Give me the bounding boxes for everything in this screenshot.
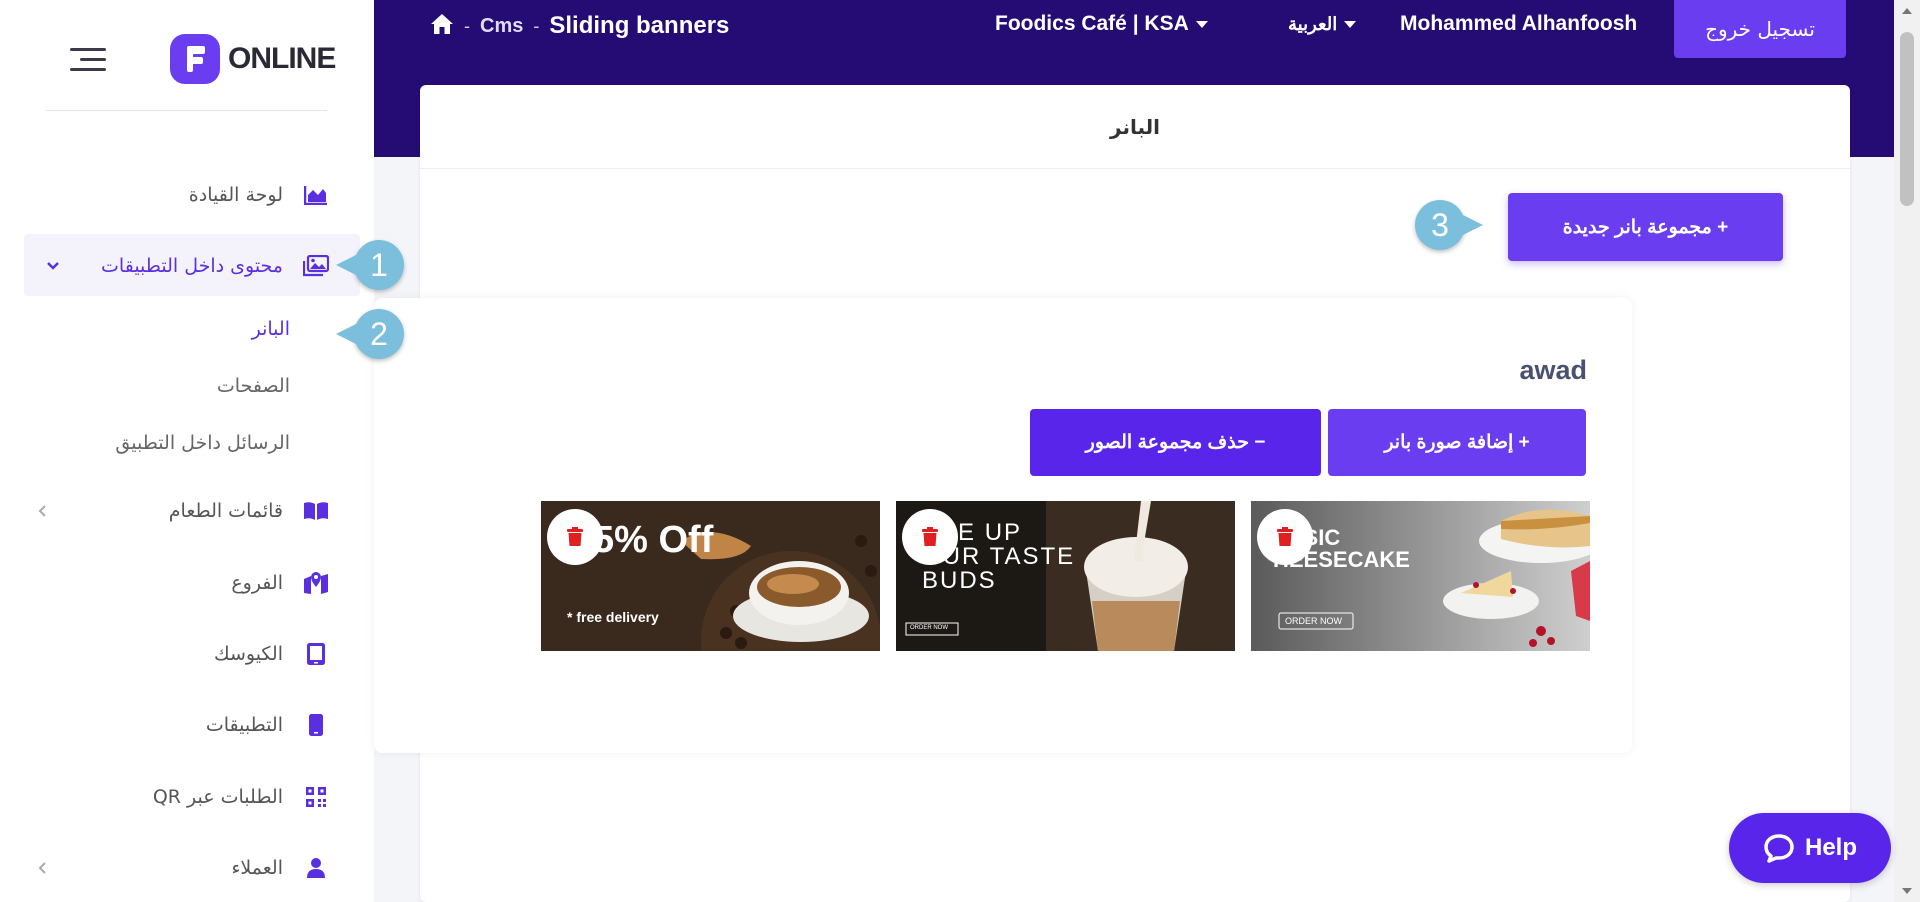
- sidebar-divider: [46, 110, 327, 111]
- tablet-icon: [301, 639, 331, 669]
- logo-text: ONLINE: [228, 42, 336, 75]
- sidebar-item-kiosk[interactable]: الكيوسك: [214, 639, 331, 669]
- banner-image[interactable]: ASSIC HEESECAKE ORDER NOW: [1251, 501, 1590, 651]
- foodics-logo-icon: [187, 46, 205, 72]
- scrollbar[interactable]: [1894, 0, 1920, 902]
- sidebar-item-label: محتوى داخل التطبيقات: [101, 255, 283, 277]
- add-banner-image-button[interactable]: + إضافة صورة بانر: [1328, 409, 1586, 476]
- scroll-up-arrow-icon[interactable]: [1902, 8, 1912, 14]
- sidebar-item-label: العملاء: [231, 857, 284, 879]
- language-label: العربية: [1288, 14, 1338, 34]
- sidebar-item-in-app-content[interactable]: محتوى داخل التطبيقات: [101, 251, 331, 281]
- map-location-icon: [301, 568, 331, 598]
- sidebar: ONLINE لوحة القيادة محتوى داخل التطبيقات…: [0, 0, 374, 902]
- scroll-down-arrow-icon[interactable]: [1902, 888, 1912, 894]
- callout-badge: 1: [336, 240, 404, 290]
- delete-banner-button[interactable]: [547, 509, 603, 565]
- banner-image[interactable]: 5% Off * free delivery: [541, 501, 880, 651]
- breadcrumb-current: Sliding banners: [549, 12, 730, 39]
- banner-cta: ORDER NOW: [910, 625, 948, 631]
- menu-toggle-icon[interactable]: [70, 48, 106, 72]
- page-title: البانر: [420, 85, 1850, 169]
- sidebar-item-label: لوحة القيادة: [188, 184, 283, 206]
- breadcrumb-cms[interactable]: Cms: [480, 15, 523, 38]
- sidebar-item-apps[interactable]: التطبيقات: [206, 710, 331, 740]
- caret-down-icon: [1195, 20, 1208, 28]
- delete-banner-button[interactable]: [902, 509, 958, 565]
- sidebar-item-label: قائمات الطعام: [168, 500, 283, 522]
- sidebar-item-branches[interactable]: الفروع: [231, 568, 331, 598]
- sidebar-subitem-banners[interactable]: البانر: [252, 318, 290, 340]
- mobile-icon: [301, 710, 331, 740]
- trash-icon: [922, 527, 938, 546]
- chart-area-icon: [301, 180, 331, 210]
- callout-badge: 2: [336, 309, 404, 359]
- logo-badge: [170, 34, 220, 84]
- banner-image[interactable]: AKE UP OUR TASTE BUDS ORDER NOW: [896, 501, 1235, 651]
- trash-icon: [1277, 527, 1293, 546]
- caret-down-icon: [1344, 21, 1357, 28]
- sidebar-item-label: الطلبات عبر QR: [152, 786, 283, 808]
- banner-subtext: * free delivery: [567, 609, 659, 625]
- chevron-left-icon[interactable]: [32, 858, 52, 878]
- delete-banner-button[interactable]: [1257, 509, 1313, 565]
- sidebar-item-label: التطبيقات: [205, 714, 283, 736]
- banner-group-name: awad: [1519, 355, 1587, 385]
- sidebar-item-qr-orders[interactable]: الطلبات عبر QR: [153, 782, 331, 812]
- sidebar-item-dashboard[interactable]: لوحة القيادة: [189, 180, 331, 210]
- qrcode-icon: [301, 782, 331, 812]
- breadcrumb-separator: -: [464, 15, 470, 36]
- breadcrumb: - Cms - Sliding banners: [430, 10, 729, 42]
- logo[interactable]: ONLINE: [170, 34, 336, 84]
- logout-button[interactable]: تسجيل خروج: [1674, 0, 1846, 58]
- scrollbar-thumb[interactable]: [1900, 32, 1914, 206]
- user-name[interactable]: Mohammed Alhanfoosh: [1400, 12, 1637, 36]
- chevron-left-icon[interactable]: [32, 501, 52, 521]
- chevron-down-icon[interactable]: [43, 256, 63, 276]
- help-button[interactable]: Help: [1729, 813, 1891, 883]
- sidebar-item-label: الكيوسك: [213, 643, 283, 665]
- banner-cta: ORDER NOW: [1285, 616, 1342, 626]
- banner-headline: 5% Off: [593, 519, 714, 561]
- images-icon: [301, 251, 331, 281]
- sidebar-subitem-pages[interactable]: الصفحات: [217, 375, 290, 397]
- book-open-icon: [301, 496, 331, 526]
- sidebar-item-customers[interactable]: العملاء: [232, 853, 332, 883]
- banner-group-card: awad + إضافة صورة بانر − حذف مجموعة الصو…: [374, 298, 1632, 753]
- callout-badge: 3: [1415, 200, 1483, 250]
- branch-label: Foodics Café | KSA: [995, 12, 1189, 35]
- sidebar-item-label: الفروع: [231, 572, 283, 594]
- delete-image-group-button[interactable]: − حذف مجموعة الصور: [1030, 409, 1321, 476]
- sidebar-item-menus[interactable]: قائمات الطعام: [169, 496, 331, 526]
- home-icon[interactable]: [430, 13, 454, 40]
- sidebar-header: ONLINE: [0, 0, 374, 112]
- new-banner-group-button[interactable]: + مجموعة بانر جديدة: [1508, 193, 1783, 261]
- sidebar-subitem-in-app-messages[interactable]: الرسائل داخل التطبيق: [115, 432, 290, 454]
- help-label: Help: [1804, 834, 1857, 861]
- breadcrumb-separator: -: [533, 15, 540, 36]
- language-dropdown[interactable]: العربية: [1288, 14, 1357, 35]
- branch-dropdown[interactable]: Foodics Café | KSA: [995, 12, 1208, 36]
- trash-icon: [567, 527, 583, 546]
- user-icon: [301, 853, 331, 883]
- chat-bubble-icon: [1764, 834, 1794, 863]
